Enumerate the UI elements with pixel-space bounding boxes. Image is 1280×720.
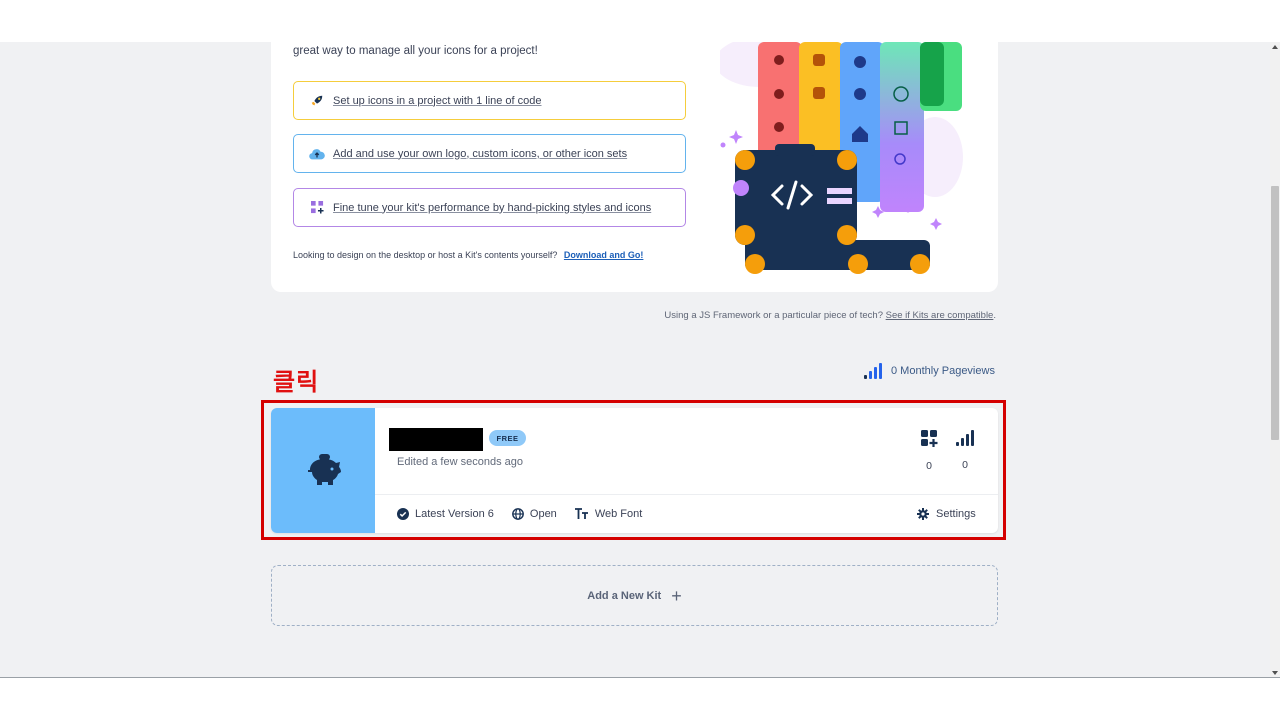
kit-illustration — [715, 42, 970, 274]
compat-note: Using a JS Framework or a particular pie… — [664, 310, 996, 321]
tech-info[interactable]: Web Font — [574, 508, 643, 520]
signal-bars-icon — [864, 363, 882, 379]
scroll-down-arrow-icon[interactable] — [1272, 671, 1278, 675]
pageviews-label: 0 Monthly Pageviews — [891, 365, 995, 377]
settings-label: Settings — [936, 508, 976, 520]
compat-link[interactable]: See if Kits are compatible — [886, 310, 994, 321]
kit-card[interactable]: FREE Edited a few seconds ago 0 0 Latest… — [271, 408, 998, 533]
cloud-upload-icon — [309, 146, 325, 162]
access-info[interactable]: Open — [511, 508, 557, 520]
check-circle-icon — [397, 508, 409, 520]
download-and-go-link[interactable]: Download and Go! — [564, 250, 644, 260]
plan-badge: FREE — [489, 430, 526, 446]
custom-icons-label: Add and use your own logo, custom icons,… — [333, 147, 628, 160]
window-bottom-border — [0, 677, 1280, 678]
scrollbar-thumb[interactable] — [1271, 186, 1279, 440]
rocket-icon — [309, 93, 325, 109]
add-kit-label: Add a New Kit — [587, 589, 662, 602]
page-viewport: great way to manage all your icons for a… — [0, 42, 1270, 678]
monthly-pageviews: 0 Monthly Pageviews — [864, 363, 995, 379]
version-info[interactable]: Latest Version 6 — [397, 508, 494, 520]
grid-plus-icon — [309, 200, 325, 216]
gear-icon — [917, 508, 929, 520]
icons-count: 0 — [926, 460, 932, 472]
edited-timestamp: Edited a few seconds ago — [397, 456, 523, 468]
pageviews-stat: 0 — [955, 430, 975, 471]
text-size-icon — [574, 508, 588, 519]
signal-bars-icon — [956, 430, 974, 446]
compat-suffix: . — [993, 310, 996, 321]
fine-tune-link[interactable]: Fine tune your kit's performance by hand… — [293, 188, 686, 227]
vertical-scrollbar[interactable] — [1270, 42, 1280, 678]
tech-label: Web Font — [594, 508, 643, 520]
icons-grid-icon — [920, 430, 937, 447]
desktop-note: Looking to design on the desktop or host… — [293, 250, 643, 260]
kit-thumbnail[interactable] — [271, 408, 375, 533]
desktop-note-text: Looking to design on the desktop or host… — [293, 250, 558, 260]
fine-tune-label: Fine tune your kit's performance by hand… — [333, 201, 652, 214]
piggy-bank-icon — [308, 453, 341, 485]
add-new-kit-button[interactable]: Add a New Kit + — [271, 565, 998, 626]
version-label: Latest Version 6 — [415, 508, 494, 520]
compat-text: Using a JS Framework or a particular pie… — [664, 310, 883, 321]
click-annotation: 클릭 — [273, 368, 320, 396]
custom-icons-link[interactable]: Add and use your own logo, custom icons,… — [293, 134, 686, 173]
scroll-up-arrow-icon[interactable] — [1272, 45, 1278, 49]
kit-name-redacted[interactable] — [389, 428, 483, 451]
kit-footer: Latest Version 6 Open Web Font — [397, 508, 660, 520]
access-label: Open — [529, 508, 557, 520]
setup-project-link[interactable]: Set up icons in a project with 1 line of… — [293, 81, 686, 120]
intro-text: great way to manage all your icons for a… — [293, 45, 538, 57]
pageviews-count: 0 — [962, 459, 968, 471]
icons-stat: 0 — [919, 430, 939, 472]
setup-project-label: Set up icons in a project with 1 line of… — [333, 94, 542, 107]
globe-icon — [511, 508, 524, 520]
settings-link[interactable]: Settings — [917, 508, 976, 520]
kit-divider — [375, 494, 998, 495]
plus-icon: + — [671, 585, 682, 606]
